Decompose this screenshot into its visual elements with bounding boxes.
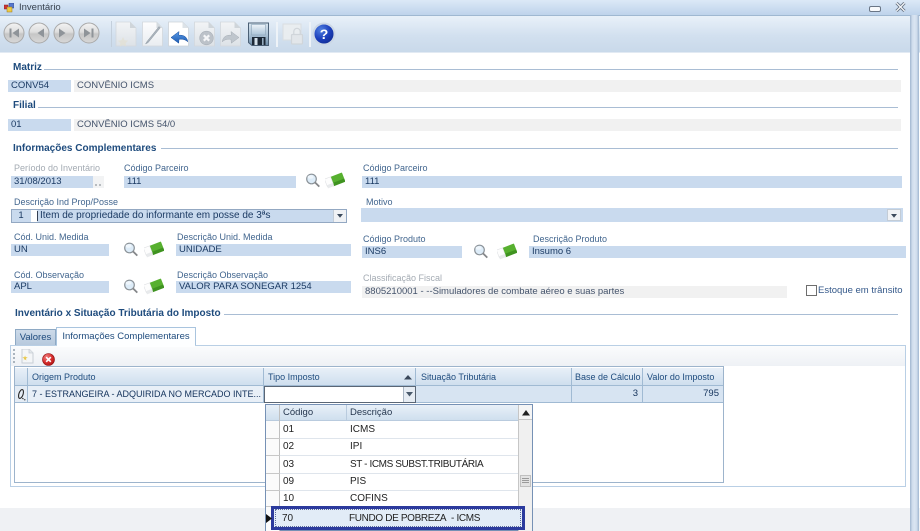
svg-text:?: ?: [320, 26, 329, 42]
